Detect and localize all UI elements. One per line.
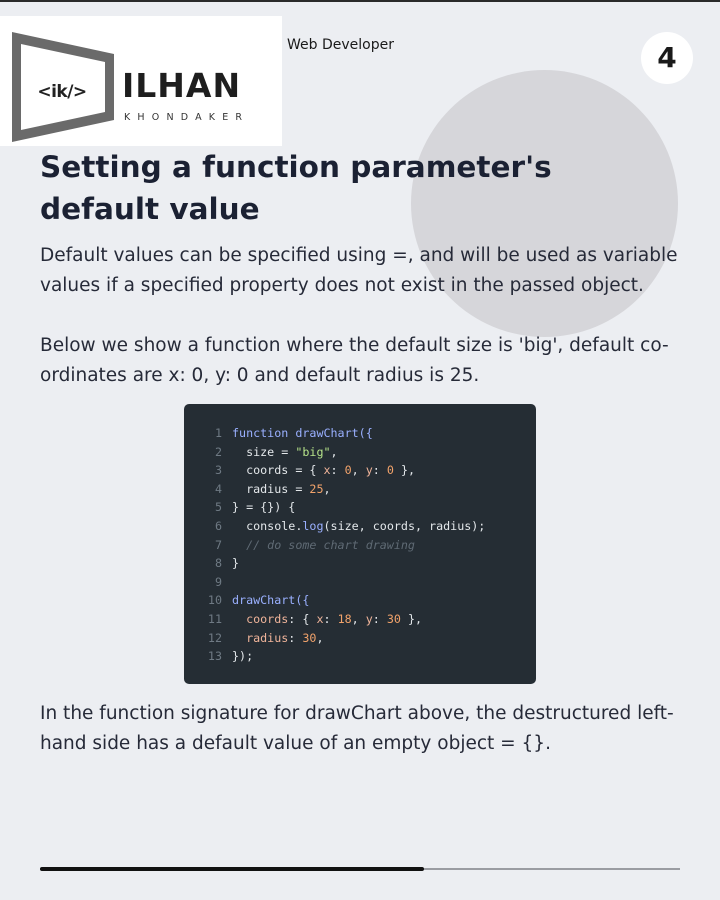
line-number: 7 [214, 537, 222, 552]
slide-page: <ik/> ILHAN KHONDAKER Web Developer 4 Se… [0, 0, 720, 900]
role-label: Web Developer [287, 37, 394, 53]
line-number: 12 [207, 630, 222, 645]
progress-track [40, 867, 680, 871]
code-token: size = [232, 444, 296, 459]
line-number: 6 [214, 518, 222, 533]
code-token: y [365, 463, 373, 478]
code-line: 5 } = {}) { [184, 498, 536, 517]
line-number: 9 [214, 574, 222, 589]
line-number: 13 [207, 649, 222, 664]
line-number: 3 [214, 463, 222, 478]
code-token: 30 [302, 630, 317, 645]
logo-surname: KHONDAKER [124, 112, 250, 123]
line-number: 10 [207, 593, 222, 608]
code-token: }, [400, 611, 423, 626]
code-line: 4 radius = 25, [184, 480, 536, 499]
code-line: 11 coords: { x: 18, y: 30 }, [184, 610, 536, 629]
code-token: 30 [386, 611, 401, 626]
page-number-badge: 4 [641, 32, 693, 84]
code-token: , [316, 630, 324, 645]
code-token: drawChart({ [232, 593, 310, 608]
line-number: 2 [214, 444, 222, 459]
code-token: (size, coords, radius); [323, 518, 486, 533]
code-token: y [365, 611, 373, 626]
logo-name: ILHAN [122, 66, 242, 105]
top-border [0, 0, 720, 2]
code-token: coords [232, 611, 289, 626]
code-token: 0 [344, 463, 352, 478]
code-lines: 1 function drawChart({2 size = "big", 3 co… [184, 424, 536, 666]
code-block: 1 function drawChart({2 size = "big", 3 co… [184, 404, 536, 684]
code-line: 12 radius: 30, [184, 629, 536, 648]
code-line: 2 size = "big", [184, 443, 536, 462]
code-token: , [323, 481, 331, 496]
code-token: coords = { [232, 463, 324, 478]
line-number: 11 [207, 611, 222, 626]
code-token: : [288, 630, 303, 645]
code-token: 25 [309, 481, 324, 496]
code-token: radius [232, 630, 289, 645]
line-number: 1 [214, 426, 222, 440]
code-line: 6 console.log(size, coords, radius); [184, 517, 536, 536]
line-number: 4 [214, 481, 222, 496]
code-token: , [351, 611, 366, 626]
code-token: : [330, 463, 345, 478]
code-token: function drawChart({ [232, 426, 373, 440]
code-token: : [323, 611, 338, 626]
code-token: } [232, 556, 240, 571]
slide-title: Setting a function parameter's default v… [40, 150, 552, 226]
code-token: , [330, 444, 338, 459]
code-token: x [323, 463, 331, 478]
code-line: 10 drawChart({ [184, 591, 536, 610]
code-token: log [302, 518, 324, 533]
code-token: // do some chart drawing [232, 537, 415, 552]
code-token: : [372, 463, 387, 478]
progress-fill [40, 867, 424, 871]
code-token: x [316, 611, 324, 626]
code-token: "big" [295, 444, 331, 459]
code-token: 18 [337, 611, 352, 626]
code-token: 0 [386, 463, 394, 478]
paragraph-intro: Default values can be specified using =,… [40, 245, 678, 296]
code-line: 9 [184, 573, 536, 592]
code-token: : [372, 611, 387, 626]
code-line: 3 coords = { x: 0, y: 0 }, [184, 461, 536, 480]
code-token: , [351, 463, 366, 478]
code-line: 8} [184, 554, 536, 573]
code-line: 13}); [184, 647, 536, 666]
line-number: 8 [214, 556, 222, 571]
code-token: }, [393, 463, 416, 478]
code-token: console. [232, 518, 303, 533]
code-token: : { [288, 611, 317, 626]
paragraph-example: Below we show a function where the defau… [40, 335, 669, 386]
code-token: }); [232, 649, 254, 664]
code-line: 7 // do some chart drawing [184, 536, 536, 555]
code-line: 1 function drawChart({ [184, 424, 536, 443]
paragraph-conclusion: In the function signature for drawChart … [40, 703, 674, 754]
code-token: radius = [232, 481, 310, 496]
code-token: } = {}) { [232, 500, 296, 515]
line-number: 5 [214, 500, 222, 515]
brand-logo: <ik/> ILHAN KHONDAKER [0, 16, 282, 146]
logo-code-mark: <ik/> [37, 82, 87, 102]
